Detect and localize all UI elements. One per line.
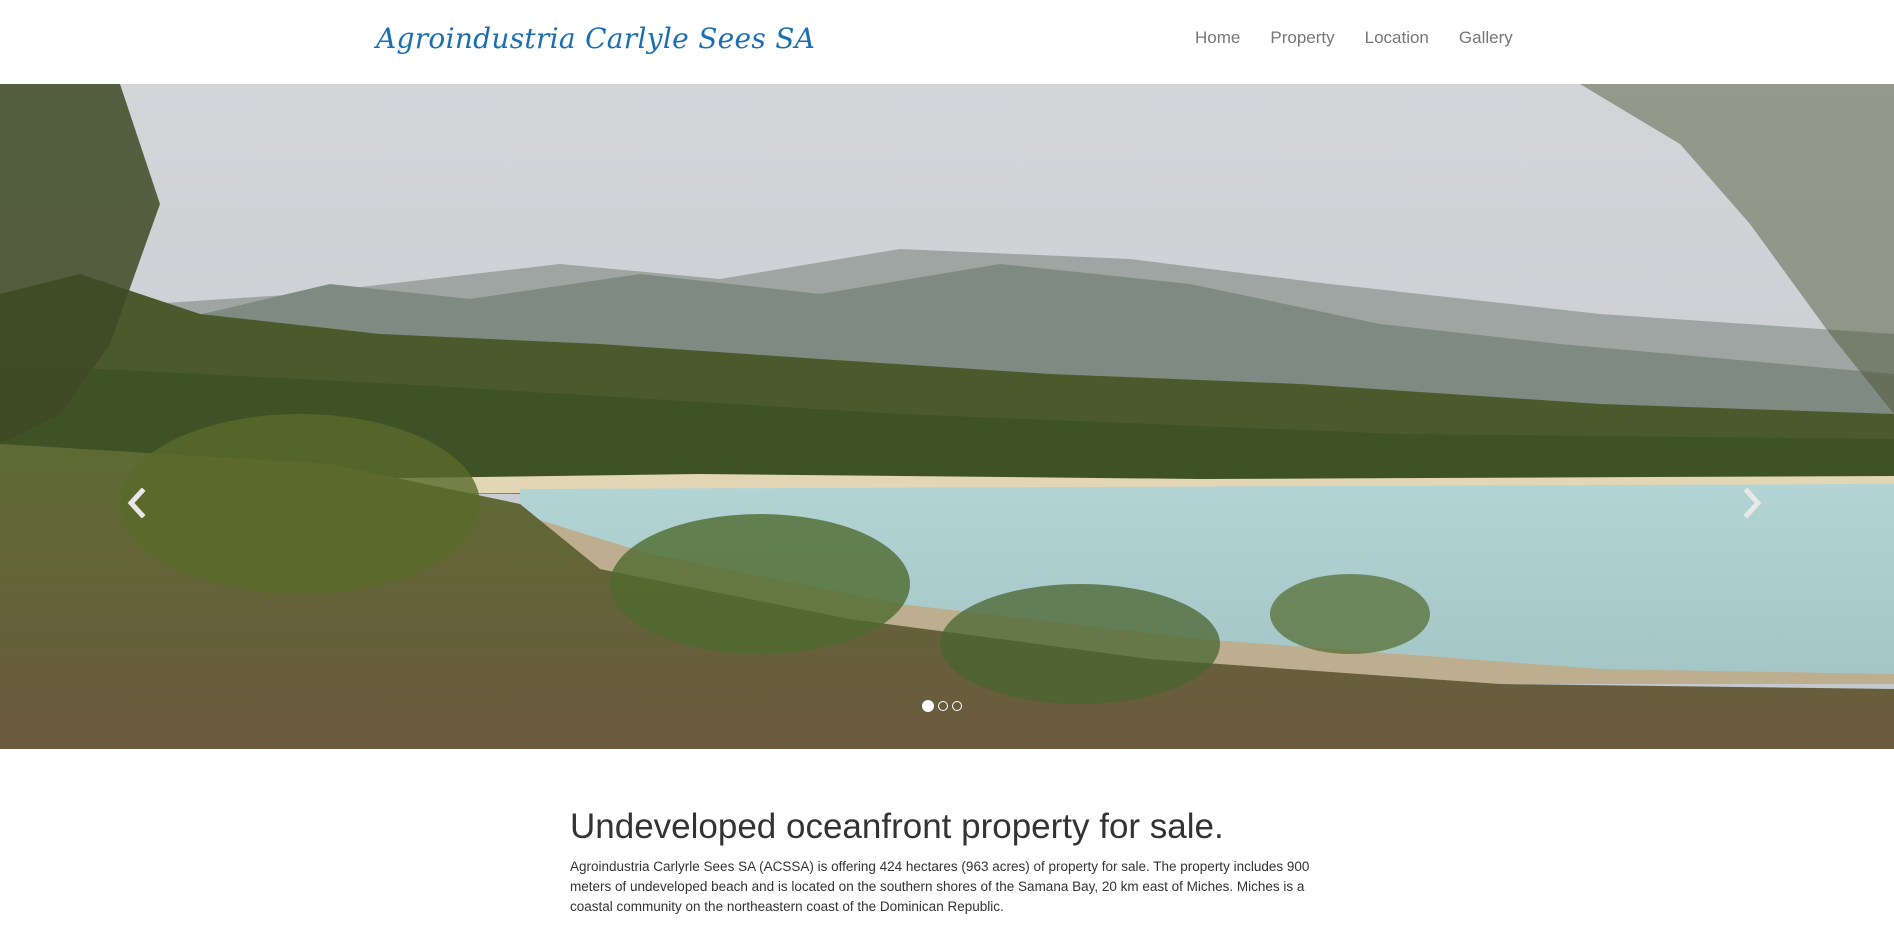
intro-section: Undeveloped oceanfront property for sale…	[570, 807, 1320, 917]
nav-gallery[interactable]: Gallery	[1459, 28, 1513, 48]
carousel-indicator-3[interactable]	[952, 701, 962, 711]
nav-location[interactable]: Location	[1365, 28, 1429, 48]
nav-home[interactable]: Home	[1195, 28, 1240, 48]
brand-logo-link[interactable]: Agroindustria Carlyle Sees SA	[376, 22, 815, 55]
carousel-slide-image	[0, 84, 1894, 749]
carousel-indicator-2[interactable]	[938, 701, 948, 711]
carousel-prev-button[interactable]	[116, 478, 156, 528]
hero-carousel	[0, 84, 1894, 749]
carousel-indicators	[922, 700, 962, 712]
carousel-next-button[interactable]	[1733, 478, 1773, 528]
intro-paragraph: Agroindustria Carlyrle Sees SA (ACSSA) i…	[570, 858, 1310, 914]
chevron-right-icon	[1743, 488, 1762, 518]
page-heading: Undeveloped oceanfront property for sale…	[570, 807, 1224, 846]
carousel-indicator-1[interactable]	[922, 700, 934, 712]
chevron-left-icon	[127, 488, 146, 518]
nav-property[interactable]: Property	[1270, 28, 1334, 48]
navbar: Agroindustria Carlyle Sees SA Home Prope…	[0, 0, 1894, 84]
main-nav: Home Property Location Gallery	[1195, 28, 1513, 48]
